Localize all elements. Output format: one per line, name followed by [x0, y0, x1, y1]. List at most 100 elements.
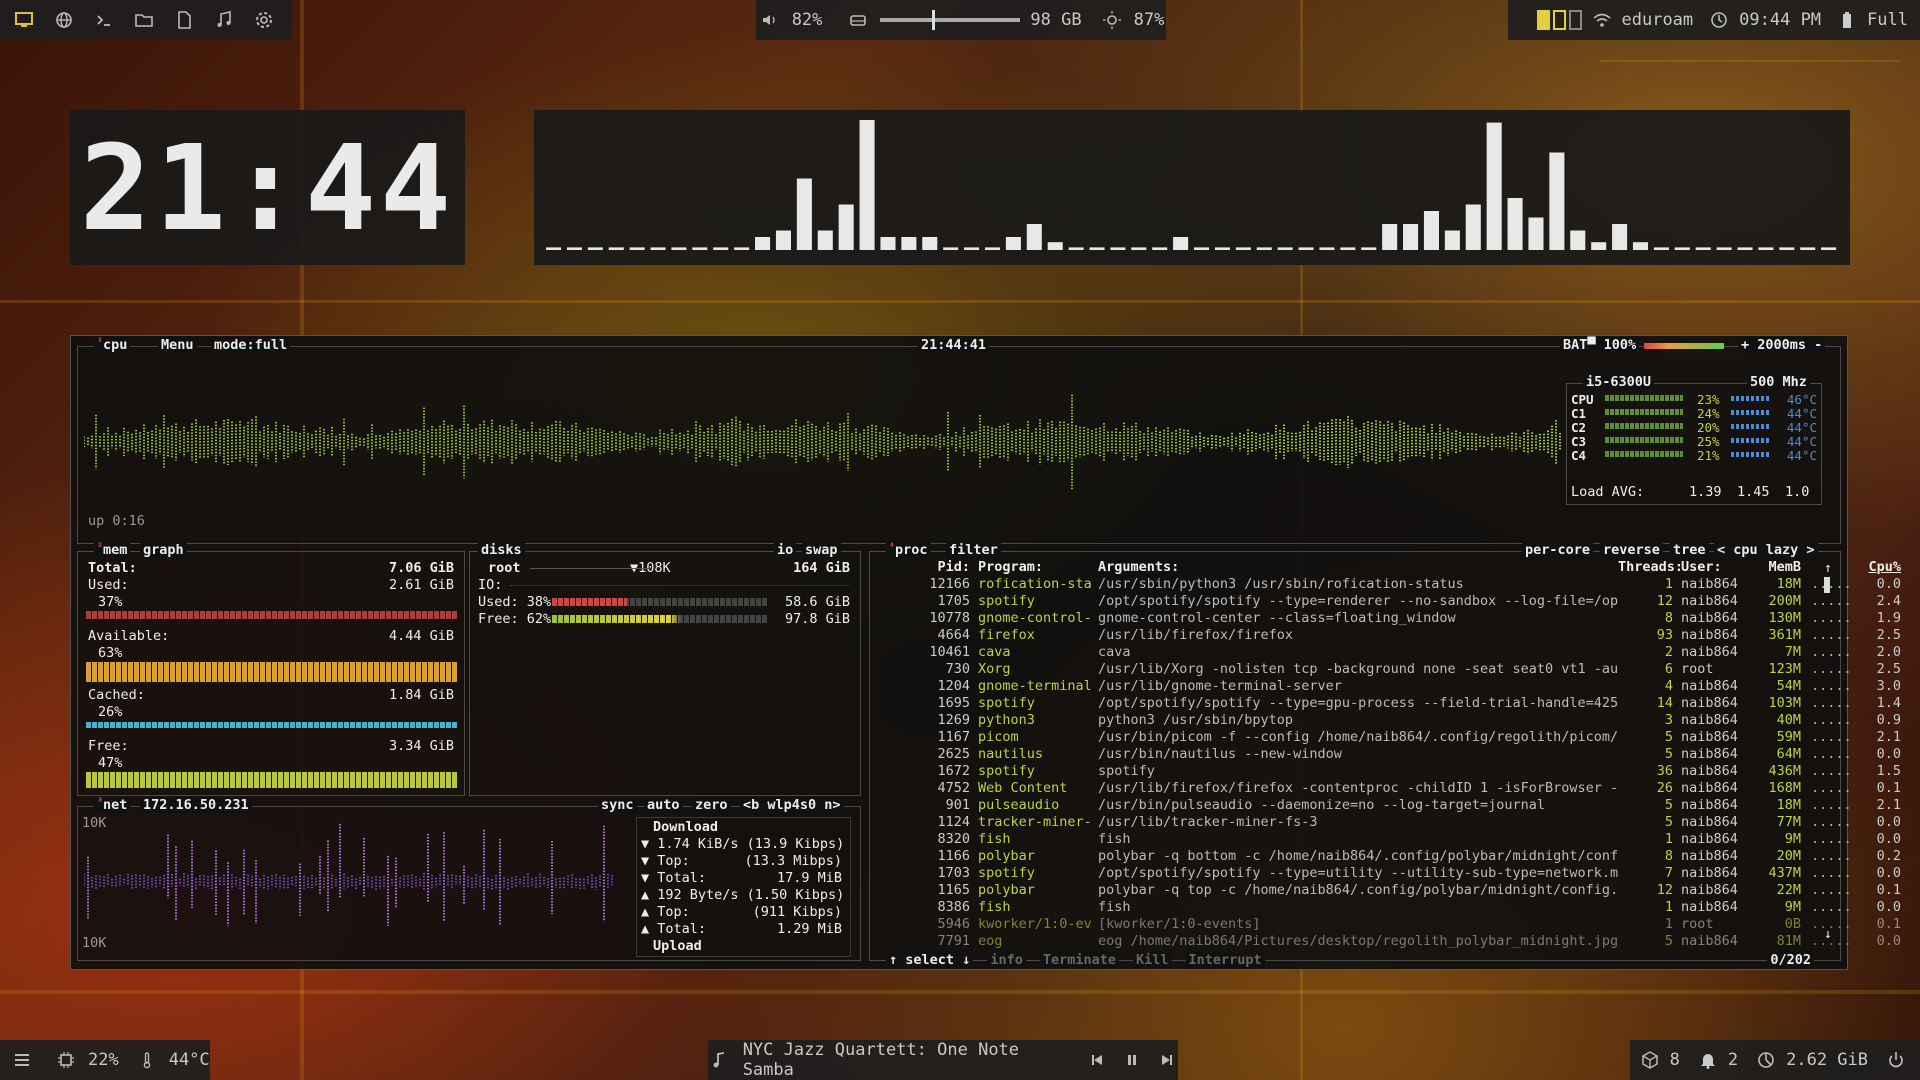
- volume-value[interactable]: 82%: [792, 10, 823, 30]
- wifi-network[interactable]: eduroam: [1622, 10, 1694, 30]
- proc-threads: 14: [1656, 695, 1673, 711]
- net-auto-toggle[interactable]: auto: [644, 797, 683, 813]
- proc-row[interactable]: 1124 tracker-miner- /usr/lib/tracker-miner…: [870, 814, 1901, 831]
- per-core-toggle[interactable]: per-core: [1522, 542, 1594, 558]
- net-sync-toggle[interactable]: sync: [598, 797, 637, 813]
- next-track-icon[interactable]: [1155, 1048, 1178, 1072]
- net-interface-selector[interactable]: <b wlp4s0 n>: [740, 797, 844, 813]
- proc-row[interactable]: 1703 spotify/opt/spotify/spotify --type=u…: [870, 865, 1901, 882]
- proc-mem: 9M: [1784, 899, 1801, 915]
- header-program[interactable]: Program:: [970, 559, 1098, 576]
- proc-row[interactable]: 8320 fish fish 1 naib864 9M..... 0.0: [870, 831, 1901, 848]
- disks-title[interactable]: disks: [478, 542, 525, 558]
- terminate-button[interactable]: Terminate: [1039, 952, 1119, 968]
- globe-icon[interactable]: [52, 8, 76, 32]
- gear-icon[interactable]: [252, 8, 276, 32]
- btop-window[interactable]: ¹cpu Menu mode:full 21:44:41 BAT▀ 100% +…: [70, 335, 1901, 970]
- info-button[interactable]: info: [987, 952, 1026, 968]
- proc-row[interactable]: 1672 spotify spotify 36 naib864 436M..... 1.5: [870, 763, 1901, 780]
- monitor-icon[interactable]: [12, 8, 36, 32]
- proc-row[interactable]: 2625 nautilus/usr/bin/nautilus --new-wind…: [870, 746, 1901, 763]
- proc-row[interactable]: 7791 eog eog /home/naib864/Pictures/deskto…: [870, 933, 1901, 950]
- visualizer-bar: [1319, 247, 1335, 250]
- cpu-graph: [84, 394, 1561, 490]
- track-title[interactable]: NYC Jazz Quartett: One Note Samba: [743, 1040, 1062, 1080]
- proc-row[interactable]: 4752 Web Content/usr/lib/firefox/firefox …: [870, 780, 1901, 797]
- proc-user: naib864: [1681, 576, 1738, 592]
- volume-icon[interactable]: [758, 8, 782, 32]
- proc-row[interactable]: 1695 spotify/opt/spotify/spotify --type=g…: [870, 695, 1901, 712]
- header-user[interactable]: User:: [1673, 559, 1761, 576]
- visualizer-bar: [755, 237, 771, 250]
- folder-icon[interactable]: [132, 8, 156, 32]
- mem-total-label: Total:: [88, 560, 137, 576]
- bell-icon[interactable]: [1696, 1048, 1720, 1072]
- proc-row[interactable]: 1204 gnome-terminal/usr/lib/gnome-termina…: [870, 678, 1901, 695]
- proc-title[interactable]: ⁴proc: [886, 542, 931, 558]
- proc-row[interactable]: 10461 cava cava 2 naib864 7M..... 2.0: [870, 644, 1901, 661]
- visualizer-bar: [566, 247, 582, 250]
- net-zero-toggle[interactable]: zero: [692, 797, 731, 813]
- visualizer-bar: [1152, 247, 1168, 250]
- proc-scrollbar[interactable]: ↑ ↓: [1824, 562, 1832, 942]
- cpu-core-row: CPU 23% 46°C: [1571, 392, 1817, 407]
- visualizer-bar: [1591, 242, 1607, 250]
- visualizer-bar: [1173, 237, 1189, 250]
- file-icon[interactable]: [172, 8, 196, 32]
- proc-filter[interactable]: filter: [946, 542, 1001, 558]
- net-title[interactable]: ³net: [94, 797, 131, 813]
- brightness-icon[interactable]: [1100, 8, 1124, 32]
- tree-toggle[interactable]: tree: [1670, 542, 1709, 558]
- update-interval[interactable]: + 2000ms -: [1738, 337, 1826, 353]
- proc-row[interactable]: 8386 fish fish 1 naib864 9M..... 0.0: [870, 899, 1901, 916]
- mem-title[interactable]: ²mem: [94, 542, 131, 558]
- header-pid[interactable]: Pid:: [870, 559, 970, 576]
- swap-toggle[interactable]: swap: [802, 542, 841, 558]
- reverse-toggle[interactable]: reverse: [1600, 542, 1663, 558]
- interrupt-button[interactable]: Interrupt: [1185, 952, 1265, 968]
- select-button[interactable]: ↑ select ↓: [886, 952, 974, 968]
- proc-row[interactable]: 10778 gnome-control-gnome-control-center …: [870, 610, 1901, 627]
- cpu-title[interactable]: ¹cpu: [94, 337, 131, 353]
- wifi-icon[interactable]: [1590, 8, 1614, 32]
- proc-arguments: polybar -q top -c /home/naib864/.config/…: [1098, 882, 1618, 898]
- proc-row[interactable]: 1167 picom/usr/bin/picom -f --config /hom…: [870, 729, 1901, 746]
- net-ip: 172.16.50.231: [140, 797, 252, 813]
- proc-mem: 0B: [1784, 916, 1801, 932]
- proc-row[interactable]: 1166 polybar polybar -q bottom -c /home/na…: [870, 848, 1901, 865]
- header-arguments[interactable]: Arguments:: [1098, 559, 1618, 576]
- proc-row[interactable]: 901 pulseaudio/usr/bin/pulseaudio --daemo…: [870, 797, 1901, 814]
- kill-button[interactable]: Kill: [1132, 952, 1172, 968]
- visualizer-bar: [1737, 247, 1753, 250]
- header-cpu[interactable]: Cpu%: [1861, 559, 1901, 576]
- mem-graph-toggle[interactable]: graph: [140, 542, 187, 558]
- terminal-icon[interactable]: [92, 8, 116, 32]
- proc-row[interactable]: 5946 kworker/1:0-ev [kworker/1:0-events] 1 r…: [870, 916, 1901, 933]
- workspace-indicators[interactable]: [1536, 10, 1582, 30]
- sort-selector[interactable]: < cpu lazy >: [1714, 542, 1818, 558]
- music-icon[interactable]: [212, 8, 236, 32]
- visualizer-bar: [1779, 247, 1795, 250]
- power-icon[interactable]: [1884, 1048, 1908, 1072]
- menu-icon[interactable]: [10, 1048, 34, 1072]
- time-display[interactable]: 09:44 PM: [1739, 10, 1821, 30]
- proc-row[interactable]: 1705 spotify/opt/spotify/spotify --type=r…: [870, 593, 1901, 610]
- brightness-value[interactable]: 87%: [1134, 10, 1165, 30]
- proc-row[interactable]: 4664 firefox/usr/lib/firefox/firefox 93 nai…: [870, 627, 1901, 644]
- package-icon[interactable]: [1638, 1048, 1662, 1072]
- visualizer-bar: [692, 247, 708, 250]
- header-mem[interactable]: MemB: [1761, 559, 1801, 576]
- proc-row[interactable]: 1269 python3 python3 /usr/sbin/bpytop 3 naib…: [870, 712, 1901, 729]
- header-threads[interactable]: Threads:: [1618, 559, 1683, 576]
- previous-track-icon[interactable]: [1086, 1048, 1109, 1072]
- proc-row[interactable]: 12166 rofication-sta/usr/sbin/python3 /us…: [870, 576, 1901, 593]
- proc-row[interactable]: 730 Xorg/usr/lib/Xorg -nolisten tcp -back…: [870, 661, 1901, 678]
- proc-row[interactable]: 1165 polybar polybar -q top -c /home/naib8…: [870, 882, 1901, 899]
- menu-button[interactable]: Menu: [158, 337, 197, 353]
- proc-box: ⁴proc filter per-core reverse tree < cpu…: [869, 542, 1901, 968]
- net-ul-rate: ▲ 192 Byte/s (1.50 Kibps): [641, 887, 845, 903]
- mode-button[interactable]: mode:full: [211, 337, 291, 353]
- io-toggle[interactable]: io: [774, 542, 797, 558]
- pause-icon[interactable]: [1121, 1048, 1144, 1072]
- battery-icon: [1835, 8, 1859, 32]
